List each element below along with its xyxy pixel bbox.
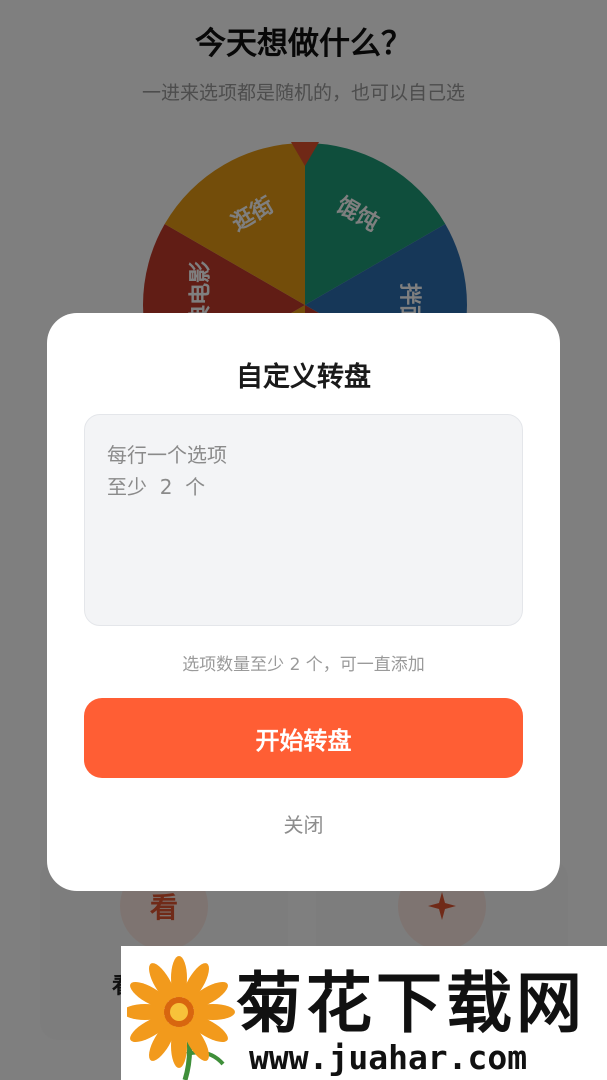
flower-logo-icon <box>127 956 235 1080</box>
close-button[interactable]: 关闭 <box>47 809 560 838</box>
custom-wheel-dialog: 自定义转盘 选项数量至少 2 个，可一直添加 开始转盘 关闭 <box>47 313 560 891</box>
watermark-url: www.juahar.com <box>249 1038 528 1077</box>
options-hint: 选项数量至少 2 个，可一直添加 <box>182 655 425 675</box>
start-wheel-button[interactable]: 开始转盘 <box>84 698 523 778</box>
watermark-name: 菊花下载网 <box>236 965 586 1042</box>
watermark: 菊花下载网 www.juahar.com <box>121 946 607 1080</box>
dialog-title: 自定义转盘 <box>236 362 371 393</box>
options-input[interactable] <box>84 414 523 626</box>
